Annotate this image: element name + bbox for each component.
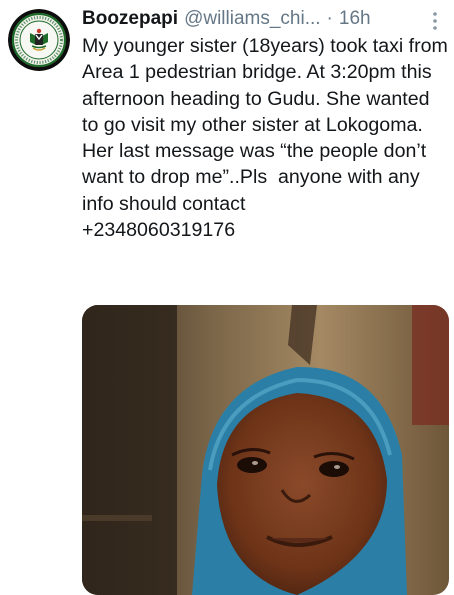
photo-image — [82, 305, 449, 595]
author-display-name[interactable]: Boozepapi — [82, 8, 178, 30]
avatar[interactable] — [8, 9, 70, 71]
author-handle[interactable]: @williams_chi... — [184, 8, 320, 30]
tweet-photo[interactable] — [82, 305, 449, 595]
government-seal-logo — [8, 9, 70, 71]
separator-dot: · — [326, 8, 333, 29]
more-vertical-icon[interactable] — [432, 11, 438, 31]
timestamp[interactable]: 16h — [339, 8, 371, 30]
tweet-header: Boozepapi @williams_chi... · 16h — [82, 7, 446, 31]
tweet-text: My younger sister (18years) took taxi fr… — [82, 35, 448, 242]
